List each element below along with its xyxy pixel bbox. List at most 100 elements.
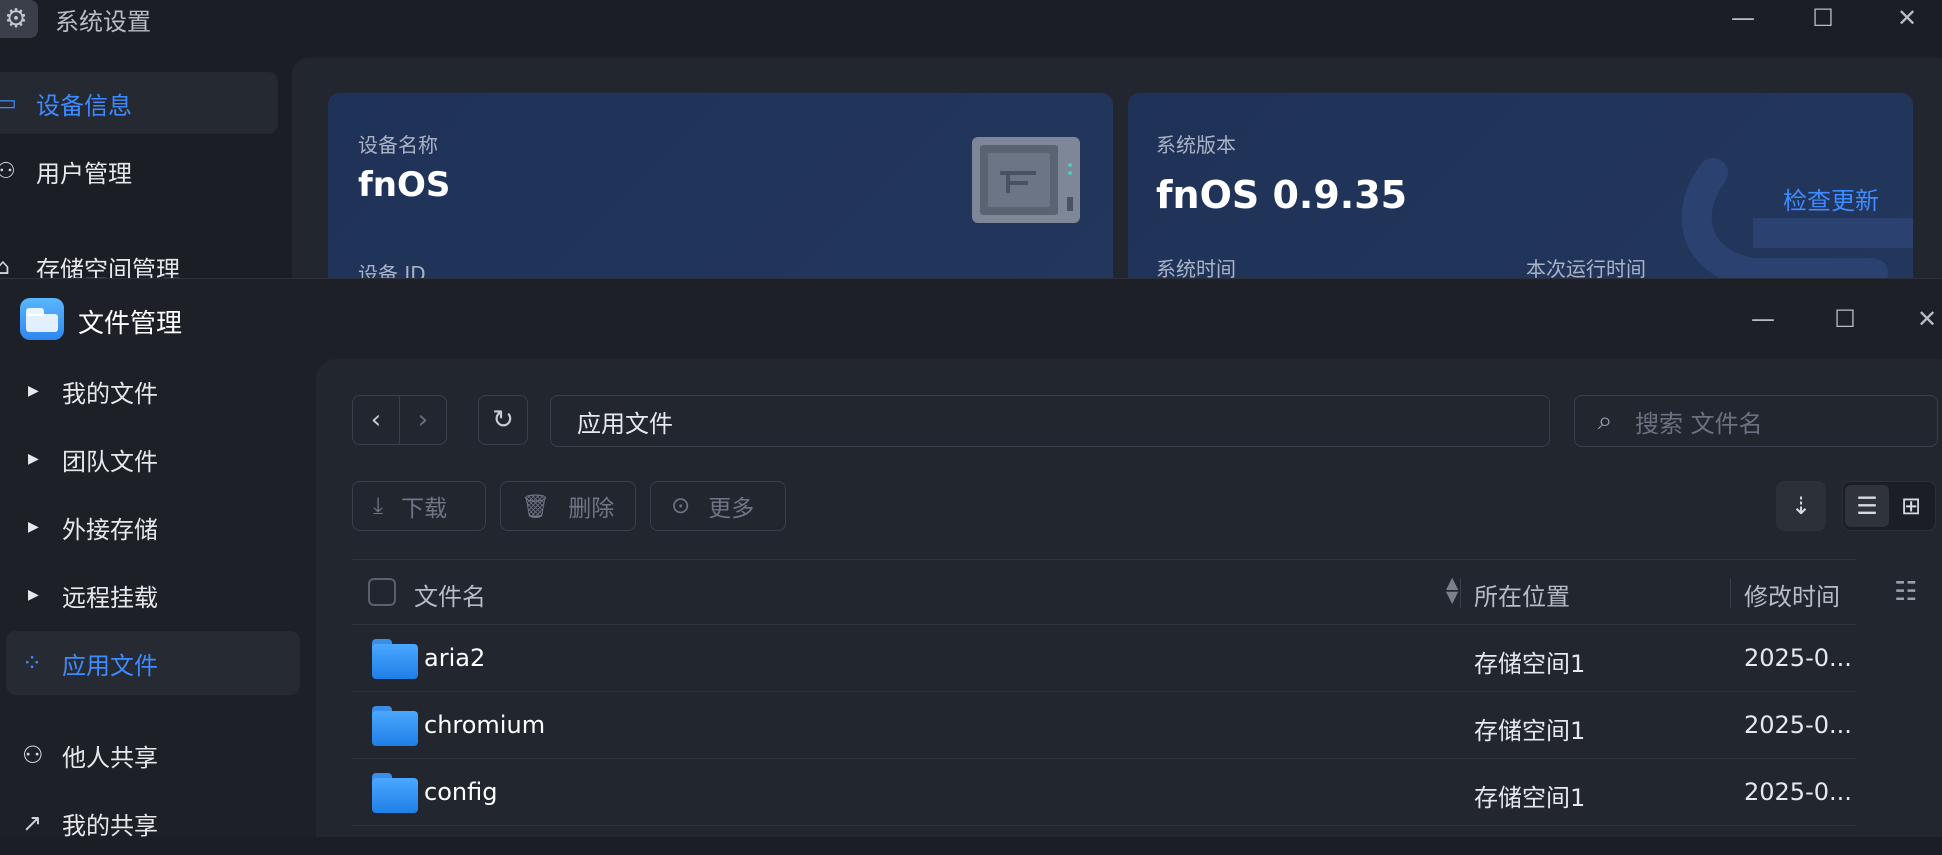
download-icon: ⤓	[373, 493, 384, 519]
uptime-label: 本次运行时间	[1526, 257, 1646, 278]
list-view-icon[interactable]: ☰	[1845, 485, 1889, 527]
sidebar-item-label: 设备信息	[36, 91, 132, 120]
caret-right-icon[interactable]: ▶	[6, 451, 62, 467]
sidebar-item-user-management[interactable]: ⚇ 用户管理	[0, 140, 278, 202]
minimize-button[interactable]: —	[1748, 307, 1778, 331]
folder-icon	[372, 773, 418, 813]
sidebar-item-shared-with-me[interactable]: ⚇ 他人共享	[6, 723, 300, 787]
grid-view-icon[interactable]: ⊞	[1889, 485, 1933, 527]
caret-right-icon[interactable]: ▶	[6, 383, 62, 399]
folder-icon	[372, 639, 418, 679]
delete-button[interactable]: 🗑 删除	[500, 481, 636, 531]
more-button[interactable]: ⊙ 更多	[650, 481, 786, 531]
system-version-card: 系统版本 fnOS 0.9.35 检查更新 系统时间 本次运行时间	[1128, 93, 1913, 278]
file-location: 存储空间1	[1474, 650, 1586, 678]
file-name: chromium	[424, 711, 546, 739]
delete-label: 删除	[568, 496, 615, 522]
system-version-value: fnOS 0.9.35	[1156, 173, 1408, 217]
sidebar-item-label: 存储空间管理	[36, 255, 180, 279]
user-gear-icon: ⚇	[0, 158, 16, 184]
sidebar-item-label: 我的共享	[62, 811, 158, 840]
refresh-button[interactable]: ↻	[478, 395, 528, 445]
file-manager-main: ‹ › ↻ 应用文件 ⌕ 搜索 文件名 ⤓ 下载 🗑 删除 ⊙ 更多 ⇣ ☰ ⊞	[316, 359, 1942, 837]
view-toggle: ☰ ⊞	[1842, 481, 1936, 531]
sidebar-item-my-files[interactable]: ▶ 我的文件	[6, 359, 300, 423]
search-placeholder: 搜索 文件名	[1635, 409, 1763, 438]
forward-button[interactable]: ›	[399, 395, 447, 445]
path-text: 应用文件	[577, 409, 673, 438]
select-all-checkbox[interactable]	[368, 578, 396, 606]
sort-icon: ⇣	[1790, 492, 1812, 520]
column-modified[interactable]: 修改时间	[1744, 577, 1840, 612]
system-version-label: 系统版本	[1156, 133, 1236, 157]
sort-button[interactable]: ⇣	[1776, 481, 1826, 531]
minimize-button[interactable]: —	[1728, 6, 1758, 30]
trash-icon: 🗑	[521, 493, 551, 520]
back-button[interactable]: ‹	[352, 395, 400, 445]
search-input[interactable]: ⌕ 搜索 文件名	[1574, 395, 1938, 447]
sidebar-item-storage-management[interactable]: ⌂ 存储空间管理	[0, 236, 278, 279]
close-button[interactable]: ✕	[1912, 307, 1942, 331]
sort-arrows-icon[interactable]: ▲ ▼	[1446, 575, 1458, 605]
download-button[interactable]: ⤓ 下载	[352, 481, 486, 531]
column-location[interactable]: 所在位置	[1474, 577, 1570, 612]
file-location: 存储空间1	[1474, 784, 1586, 812]
path-bar[interactable]: 应用文件	[550, 395, 1550, 447]
device-name-card: 设备名称 fnOS 设备 ID	[328, 93, 1113, 278]
storage-icon: ⌂	[0, 254, 10, 279]
share-icon: ↗	[22, 809, 43, 837]
download-label: 下载	[401, 496, 448, 522]
sidebar-item-label: 远程挂载	[62, 583, 158, 612]
drive-icon: ▭	[0, 90, 17, 116]
more-icon: ⊙	[671, 493, 691, 519]
search-icon: ⌕	[1597, 405, 1613, 436]
sidebar-item-label: 外接存储	[62, 515, 158, 544]
people-icon: ⚇	[22, 741, 44, 769]
file-location: 存储空间1	[1474, 717, 1586, 745]
file-modified: 2025-0...	[1744, 778, 1852, 806]
device-id-label: 设备 ID	[358, 262, 426, 278]
file-modified: 2025-0...	[1744, 711, 1852, 739]
device-name-value: fnOS	[358, 165, 451, 205]
table-row[interactable]: chromium 存储空间1 2025-0...	[352, 692, 1856, 759]
sidebar-item-external-storage[interactable]: ▶ 外接存储	[6, 495, 300, 559]
file-manager-title: 文件管理	[78, 309, 183, 339]
table-row[interactable]: config 存储空间1 2025-0...	[352, 759, 1856, 826]
table-header: 文件名 ▲ ▼ 所在位置 修改时间	[352, 559, 1856, 625]
folder-icon	[372, 706, 418, 746]
column-divider[interactable]	[1730, 578, 1731, 608]
maximize-button[interactable]: ☐	[1830, 307, 1860, 331]
sidebar-item-my-shares[interactable]: ↗ 我的共享	[6, 791, 300, 855]
close-button[interactable]: ✕	[1892, 6, 1922, 30]
folder-app-icon	[20, 298, 64, 340]
sidebar-item-label: 应用文件	[62, 651, 158, 680]
caret-right-icon[interactable]: ▶	[6, 519, 62, 535]
column-settings-icon[interactable]: ☷	[1894, 577, 1917, 607]
system-settings-window: ⚙ 系统设置 — ☐ ✕ ▭ 设备信息 ⚇ 用户管理 ⌂ 存储空间管理 设备名称…	[0, 0, 1942, 278]
table-row[interactable]: aria2 存储空间1 2025-0...	[352, 625, 1856, 692]
more-label: 更多	[708, 496, 755, 522]
device-name-label: 设备名称	[358, 133, 438, 157]
file-manager-sidebar: ▶ 我的文件 ▶ 团队文件 ▶ 外接存储 ▶ 远程挂载 ⁘ 应用文件 ⚇ 他人共…	[0, 359, 310, 840]
system-time-label: 系统时间	[1156, 257, 1236, 278]
sidebar-item-label: 他人共享	[62, 743, 158, 772]
maximize-button[interactable]: ☐	[1808, 6, 1838, 30]
sidebar-item-label: 团队文件	[62, 447, 158, 476]
file-name: config	[424, 778, 498, 806]
column-divider[interactable]	[1460, 578, 1461, 608]
check-update-link[interactable]: 检查更新	[1783, 181, 1879, 216]
sidebar-item-team-files[interactable]: ▶ 团队文件	[6, 427, 300, 491]
settings-gear-icon: ⚙	[0, 0, 38, 38]
sidebar-item-device-info[interactable]: ▭ 设备信息	[0, 72, 278, 134]
system-settings-titlebar: ⚙ 系统设置 — ☐ ✕	[0, 0, 1942, 42]
sidebar-item-remote-mount[interactable]: ▶ 远程挂载	[6, 563, 300, 627]
apps-icon: ⁘	[22, 649, 43, 677]
system-settings-title: 系统设置	[55, 8, 151, 36]
file-modified: 2025-0...	[1744, 644, 1852, 672]
sidebar-item-app-files[interactable]: ⁘ 应用文件	[6, 631, 300, 695]
sidebar-item-label: 用户管理	[36, 159, 132, 188]
caret-right-icon[interactable]: ▶	[6, 587, 62, 603]
sidebar-item-label: 我的文件	[62, 379, 158, 408]
column-name[interactable]: 文件名	[414, 577, 486, 612]
nas-device-icon	[972, 137, 1080, 223]
